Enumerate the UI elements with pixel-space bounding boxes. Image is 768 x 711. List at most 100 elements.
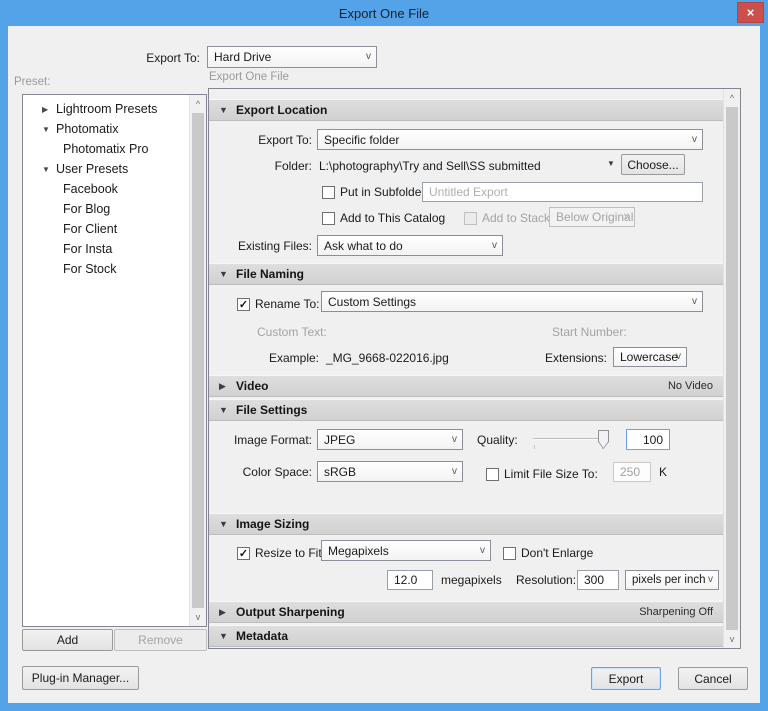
image-format-dropdown[interactable]: JPEG v xyxy=(317,429,463,450)
section-header-file-settings[interactable]: ▼ File Settings xyxy=(209,399,723,421)
resolution-input[interactable] xyxy=(577,570,619,590)
extensions-dropdown[interactable]: Lowercase v xyxy=(613,347,687,367)
put-in-subfolder-checkbox[interactable] xyxy=(322,186,335,199)
quality-value-input[interactable] xyxy=(626,429,670,450)
file-settings-body: Image Format: JPEG v Quality: Color Spac… xyxy=(209,421,723,511)
section-header-metadata[interactable]: ▼ Metadata xyxy=(209,625,723,647)
rename-to-checkbox[interactable]: ✓ xyxy=(237,298,250,311)
megapixels-label: megapixels xyxy=(441,573,502,587)
collapsed-arrow-icon[interactable]: ▶ xyxy=(42,105,56,114)
sharpening-status: Sharpening Off xyxy=(639,606,713,618)
extensions-label: Extensions: xyxy=(489,351,607,365)
folder-dropdown-icon[interactable]: ▼ xyxy=(607,159,615,168)
scroll-up-icon[interactable]: ^ xyxy=(190,96,206,112)
scroll-up-icon[interactable]: ^ xyxy=(724,90,740,106)
quality-slider-thumb[interactable] xyxy=(598,430,609,449)
export-location-body: Export To: Specific folder v Folder: L:\… xyxy=(209,121,723,261)
collapsed-arrow-icon: ▶ xyxy=(219,607,236,618)
rename-template-dropdown[interactable]: Custom Settings v xyxy=(321,291,703,312)
add-preset-button[interactable]: Add xyxy=(22,629,113,651)
chevron-down-icon: v xyxy=(708,574,713,585)
quality-label: Quality: xyxy=(477,433,518,447)
section-header-file-naming[interactable]: ▼ File Naming xyxy=(209,263,723,285)
file-size-limit-input[interactable] xyxy=(613,462,651,482)
remove-preset-button[interactable]: Remove xyxy=(114,629,207,651)
expanded-arrow-icon[interactable]: ▼ xyxy=(42,125,56,134)
file-naming-body: ✓ Rename To: Custom Settings v Custom Te… xyxy=(209,285,723,373)
quality-slider[interactable] xyxy=(533,429,609,449)
preset-item-for-blog[interactable]: For Blog xyxy=(23,199,188,219)
file-size-unit-label: K xyxy=(659,465,667,479)
chevron-down-icon: v xyxy=(480,545,485,556)
megapixels-input[interactable] xyxy=(387,570,433,590)
export-to-dropdown[interactable]: Hard Drive v xyxy=(207,46,377,68)
add-to-catalog-checkbox[interactable] xyxy=(322,212,335,225)
export-dialog: Export To: Hard Drive v Preset: ▶ Lightr… xyxy=(8,26,760,703)
expanded-arrow-icon[interactable]: ▼ xyxy=(42,165,56,174)
preset-list: ▶ Lightroom Presets ▼ Photomatix Photoma… xyxy=(22,94,207,627)
example-label: Example: xyxy=(209,351,319,365)
scrollbar-thumb[interactable] xyxy=(192,113,204,608)
chevron-down-icon: v xyxy=(692,296,697,307)
preset-item-user-presets[interactable]: ▼ User Presets xyxy=(23,159,188,179)
section-header-image-sizing[interactable]: ▼ Image Sizing xyxy=(209,513,723,535)
dont-enlarge-checkbox[interactable] xyxy=(503,547,516,560)
preset-scrollbar[interactable]: ^ v xyxy=(189,95,206,626)
section-header-output-sharpening[interactable]: ▶ Output Sharpening Sharpening Off xyxy=(209,601,723,623)
export-to-label: Export To: xyxy=(98,51,200,65)
preset-tree: ▶ Lightroom Presets ▼ Photomatix Photoma… xyxy=(23,99,188,279)
preset-item-photomatix-pro[interactable]: Photomatix Pro xyxy=(23,139,188,159)
preset-item-photomatix[interactable]: ▼ Photomatix xyxy=(23,119,188,139)
section-header-video[interactable]: ▶ Video No Video xyxy=(209,375,723,397)
existing-files-dropdown[interactable]: Ask what to do v xyxy=(317,235,503,256)
export-button[interactable]: Export xyxy=(591,667,661,690)
scrollbar-thumb[interactable] xyxy=(726,107,738,630)
export-to-inner-label: Export To: xyxy=(209,133,312,147)
resolution-label: Resolution: xyxy=(516,573,576,587)
add-to-stack-label: Add to Stack: xyxy=(482,211,553,225)
chevron-down-icon: v xyxy=(452,434,457,445)
scroll-down-icon[interactable]: v xyxy=(724,631,740,647)
close-button[interactable]: × xyxy=(737,2,764,23)
existing-files-label: Existing Files: xyxy=(209,239,312,253)
limit-file-size-checkbox[interactable] xyxy=(486,468,499,481)
color-space-label: Color Space: xyxy=(209,465,312,479)
color-space-dropdown[interactable]: sRGB v xyxy=(317,461,463,482)
close-icon: × xyxy=(747,5,755,20)
stack-position-dropdown[interactable]: Below Original v xyxy=(549,207,635,227)
rename-to-label: Rename To: xyxy=(255,297,319,311)
resize-to-fit-label: Resize to Fit: xyxy=(255,546,325,560)
preset-item-lightroom-presets[interactable]: ▶ Lightroom Presets xyxy=(23,99,188,119)
preset-item-for-insta[interactable]: For Insta xyxy=(23,239,188,259)
folder-label: Folder: xyxy=(209,159,312,173)
expanded-arrow-icon: ▼ xyxy=(219,269,236,279)
choose-button[interactable]: Choose... xyxy=(621,154,685,175)
add-to-catalog-label: Add to This Catalog xyxy=(340,211,445,225)
expanded-arrow-icon: ▼ xyxy=(219,519,236,529)
preset-item-facebook[interactable]: Facebook xyxy=(23,179,188,199)
settings-scrollbar[interactable]: ^ v xyxy=(723,89,740,648)
subfolder-name-input[interactable] xyxy=(422,182,703,202)
cancel-button[interactable]: Cancel xyxy=(678,667,748,690)
scroll-down-icon[interactable]: v xyxy=(190,609,206,625)
expanded-arrow-icon: ▼ xyxy=(219,105,236,115)
resize-mode-dropdown[interactable]: Megapixels v xyxy=(321,540,491,561)
chevron-down-icon: v xyxy=(692,134,697,145)
chevron-down-icon: v xyxy=(366,51,371,62)
image-sizing-body: ✓ Resize to Fit: Megapixels v Don't Enla… xyxy=(209,535,723,599)
chevron-down-icon: v xyxy=(676,351,681,362)
specific-folder-dropdown[interactable]: Specific folder v xyxy=(317,129,703,150)
preset-item-for-stock[interactable]: For Stock xyxy=(23,259,188,279)
limit-file-size-label: Limit File Size To: xyxy=(504,467,598,481)
put-in-subfolder-label: Put in Subfolder: xyxy=(340,185,429,199)
title-bar[interactable]: Export One File xyxy=(0,0,768,26)
resolution-unit-dropdown[interactable]: pixels per inch v xyxy=(625,570,719,590)
preset-item-for-client[interactable]: For Client xyxy=(23,219,188,239)
plugin-manager-button[interactable]: Plug-in Manager... xyxy=(22,666,139,690)
section-header-export-location[interactable]: ▼ Export Location xyxy=(209,99,723,121)
resize-to-fit-checkbox[interactable]: ✓ xyxy=(237,547,250,560)
custom-text-label: Custom Text: xyxy=(257,325,327,339)
chevron-down-icon: v xyxy=(624,211,629,222)
add-to-stack-checkbox[interactable] xyxy=(464,212,477,225)
preset-label: Preset: xyxy=(14,76,50,88)
